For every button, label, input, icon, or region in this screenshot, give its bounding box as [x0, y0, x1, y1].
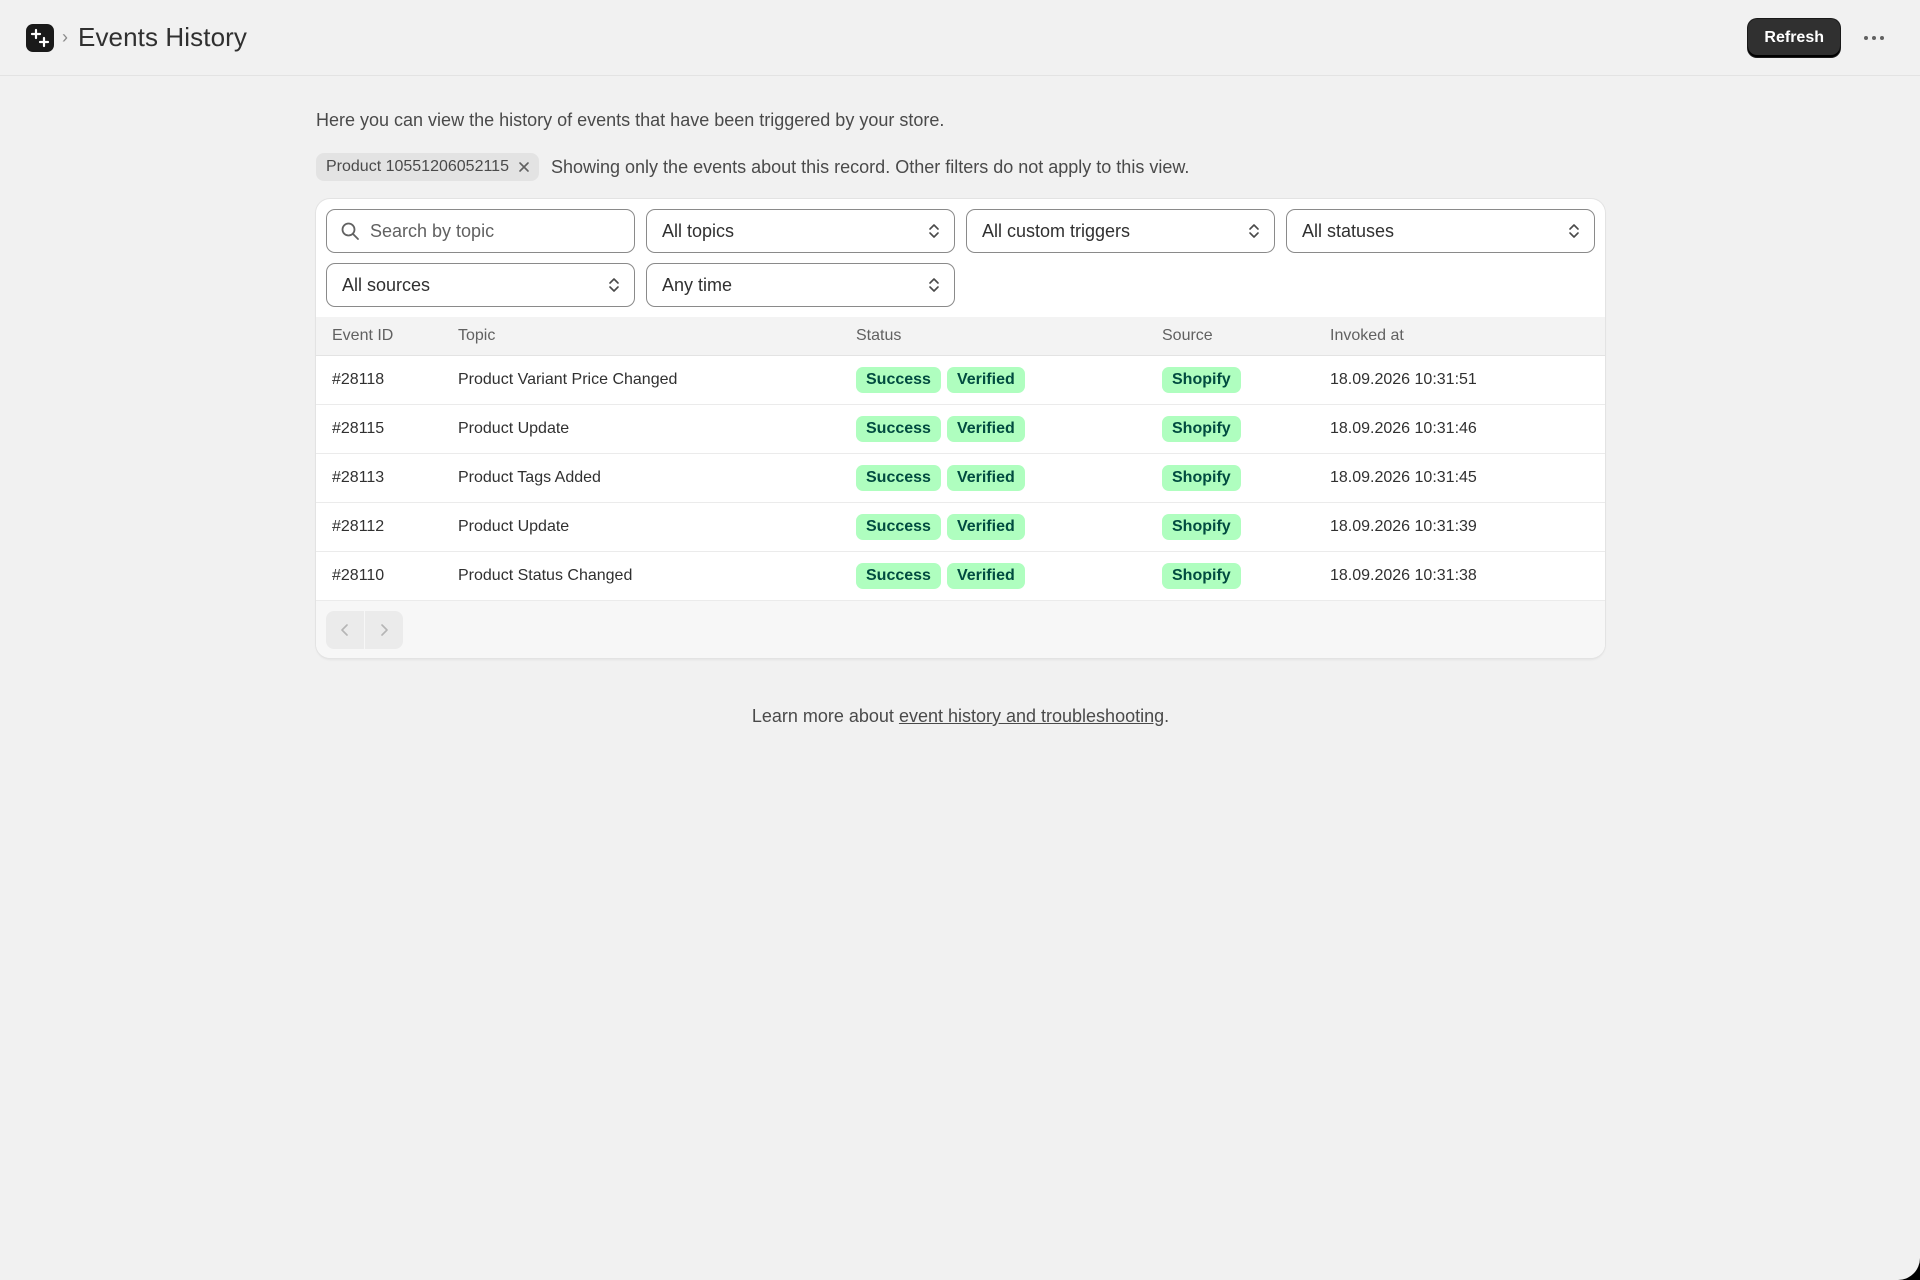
next-page-button[interactable]	[365, 611, 403, 649]
custom-triggers-select[interactable]: All custom triggers	[966, 209, 1275, 253]
select-chevrons-icon	[1569, 224, 1579, 238]
learn-more-text: Learn more about event history and troub…	[751, 706, 1170, 726]
status-badge: Success	[856, 464, 941, 491]
search-input[interactable]: Search by topic	[326, 209, 635, 253]
status-badge: Success	[856, 366, 941, 393]
invoked-at: 18.09.2026 10:31:51	[1330, 370, 1477, 388]
invoked-at: 18.09.2026 10:31:39	[1330, 517, 1477, 535]
column-header: Topic	[458, 317, 856, 356]
invoked-at: 18.09.2026 10:31:38	[1330, 566, 1477, 584]
topics-select[interactable]: All topics	[646, 209, 955, 253]
record-chip-label: Product 10551206052115	[326, 158, 509, 175]
time-select-value: Any time	[662, 274, 733, 295]
filter-controls: Search by topic All topics All custom tr…	[316, 199, 1605, 317]
topics-select-value: All topics	[662, 220, 735, 241]
search-placeholder: Search by topic	[370, 220, 495, 241]
events-card: Search by topic All topics All custom tr…	[316, 199, 1605, 658]
invoked-at: 18.09.2026 10:31:46	[1330, 419, 1477, 437]
record-filter-row: Product 10551206052115 Showing only the …	[316, 153, 1605, 181]
status-badge: Success	[856, 415, 941, 442]
source-badge: Shopify	[1162, 513, 1241, 540]
verified-badge: Verified	[946, 366, 1025, 393]
ellipsis-horizontal-icon	[1864, 35, 1884, 40]
source-badge: Shopify	[1162, 415, 1241, 442]
refresh-button[interactable]: Refresh	[1748, 18, 1840, 57]
table-row[interactable]: #28112 Product Update Success Verified Sh…	[316, 502, 1605, 551]
chevron-left-icon	[341, 624, 348, 636]
select-chevrons-icon	[929, 224, 939, 238]
app-plus-icon[interactable]	[26, 23, 54, 52]
table-row[interactable]: #28110 Product Status Changed Success Ver…	[316, 551, 1605, 600]
verified-badge: Verified	[946, 562, 1025, 589]
source-badge: Shopify	[1162, 366, 1241, 393]
event-topic: Product Variant Price Changed	[458, 370, 678, 388]
chevron-right-icon: ›	[62, 27, 68, 47]
event-id: #28115	[332, 419, 385, 437]
table-row[interactable]: #28113 Product Tags Added Success Verifie…	[316, 453, 1605, 502]
statuses-select[interactable]: All statuses	[1286, 209, 1595, 253]
event-id: #28118	[332, 370, 385, 388]
event-topic: Product Status Changed	[458, 566, 633, 584]
record-filter-note: Showing only the events about this recor…	[550, 156, 1190, 177]
table-header-row: Event ID Topic Status Source Invoked at	[316, 317, 1605, 356]
event-id: #28110	[332, 566, 385, 584]
sources-select[interactable]: All sources	[326, 263, 635, 307]
table-row[interactable]: #28115 Product Update Success Verified Sh…	[316, 404, 1605, 453]
invoked-at: 18.09.2026 10:31:45	[1330, 468, 1477, 486]
select-chevrons-icon	[1249, 224, 1259, 238]
learn-more-link[interactable]: event history and troubleshooting	[899, 706, 1164, 726]
status-badge: Success	[856, 562, 941, 589]
source-badge: Shopify	[1162, 562, 1241, 589]
more-actions-button[interactable]	[1854, 19, 1894, 57]
events-table: Event ID Topic Status Source Invoked at …	[316, 317, 1605, 600]
top-bar: › Events History Refresh	[0, 0, 1920, 76]
statuses-select-value: All statuses	[1302, 220, 1395, 241]
record-filter-chip: Product 10551206052115	[316, 153, 539, 181]
column-header: Event ID	[316, 317, 458, 356]
column-header: Invoked at	[1330, 317, 1605, 356]
page-title: Events History	[78, 22, 248, 52]
close-icon[interactable]	[515, 158, 533, 176]
event-id: #28113	[332, 468, 385, 486]
app-window: › Events History Refresh Here you can vi…	[0, 0, 1920, 1280]
verified-badge: Verified	[946, 513, 1025, 540]
sources-select-value: All sources	[342, 274, 431, 295]
select-chevrons-icon	[929, 278, 939, 292]
previous-page-button[interactable]	[326, 611, 364, 649]
column-header: Status	[856, 317, 1162, 356]
event-id: #28112	[332, 517, 385, 535]
event-topic: Product Tags Added	[458, 468, 601, 486]
source-badge: Shopify	[1162, 464, 1241, 491]
column-header: Source	[1162, 317, 1330, 356]
event-topic: Product Update	[458, 517, 570, 535]
time-select[interactable]: Any time	[646, 263, 955, 307]
verified-badge: Verified	[946, 464, 1025, 491]
main-content: Here you can view the history of events …	[316, 76, 1605, 727]
chevron-right-icon	[381, 624, 388, 636]
select-chevrons-icon	[609, 278, 619, 292]
pagination	[326, 611, 403, 649]
table-row[interactable]: #28118 Product Variant Price Changed Suc…	[316, 355, 1605, 404]
custom-triggers-select-value: All custom triggers	[982, 220, 1131, 241]
search-icon	[341, 222, 359, 240]
intro-text: Here you can view the history of events …	[316, 110, 945, 130]
event-topic: Product Update	[458, 419, 570, 437]
verified-badge: Verified	[946, 415, 1025, 442]
status-badge: Success	[856, 513, 941, 540]
pagination-bar	[316, 600, 1605, 658]
